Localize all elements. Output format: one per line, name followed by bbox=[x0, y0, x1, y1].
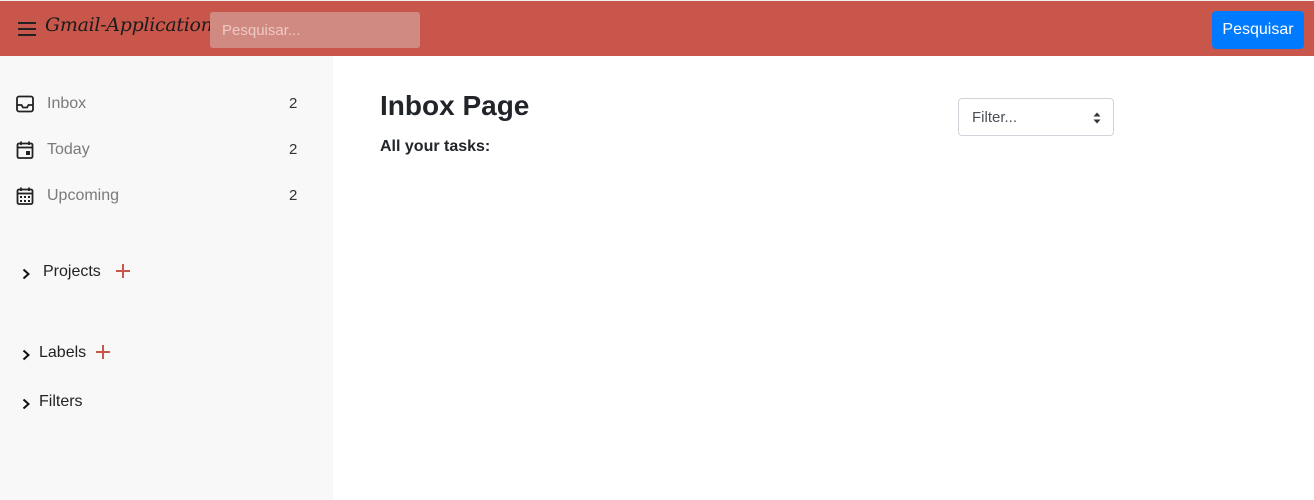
section-label-projects[interactable]: Projects bbox=[43, 263, 101, 281]
sidebar-item-today[interactable]: Today 2 bbox=[0, 132, 333, 168]
calendar-today-icon bbox=[16, 141, 34, 159]
inbox-icon bbox=[16, 95, 34, 113]
sidebar-section-filters: Filters bbox=[0, 389, 333, 419]
section-label-labels[interactable]: Labels bbox=[39, 344, 86, 362]
sidebar-item-count: 2 bbox=[289, 187, 298, 204]
top-navbar: Gmail-Application Pesquisar bbox=[0, 0, 1314, 56]
chevron-right-icon[interactable] bbox=[20, 348, 32, 362]
filter-select-value: Filter... bbox=[972, 109, 1018, 126]
sidebar-item-count: 2 bbox=[289, 141, 298, 158]
filter-select[interactable]: Filter... bbox=[958, 98, 1114, 136]
sidebar: Inbox 2 Today 2 Upcoming 2 Projects Labe… bbox=[0, 56, 333, 500]
page-subtitle: All your tasks: bbox=[380, 138, 491, 155]
search-button[interactable]: Pesquisar bbox=[1212, 11, 1304, 49]
page-title: Inbox Page bbox=[380, 90, 530, 121]
sidebar-item-label: Today bbox=[47, 141, 90, 158]
sidebar-item-label: Inbox bbox=[47, 95, 87, 112]
add-label-plus-icon[interactable] bbox=[95, 344, 111, 360]
add-project-plus-icon[interactable] bbox=[115, 263, 131, 279]
sidebar-item-upcoming[interactable]: Upcoming 2 bbox=[0, 178, 333, 214]
hamburger-menu-icon[interactable] bbox=[18, 22, 36, 36]
chevron-right-icon[interactable] bbox=[20, 267, 32, 281]
chevron-right-icon[interactable] bbox=[20, 397, 32, 411]
search-input[interactable] bbox=[210, 12, 420, 48]
select-arrows-icon bbox=[1093, 112, 1101, 124]
sidebar-section-projects: Projects bbox=[0, 259, 333, 289]
sidebar-item-label: Upcoming bbox=[47, 187, 120, 204]
sidebar-item-inbox[interactable]: Inbox 2 bbox=[0, 86, 333, 122]
calendar-upcoming-icon bbox=[16, 187, 34, 205]
sidebar-item-count: 2 bbox=[289, 95, 298, 112]
sidebar-section-labels: Labels bbox=[0, 340, 333, 370]
section-label-filters[interactable]: Filters bbox=[39, 393, 83, 411]
app-brand[interactable]: Gmail-Application bbox=[45, 14, 213, 36]
